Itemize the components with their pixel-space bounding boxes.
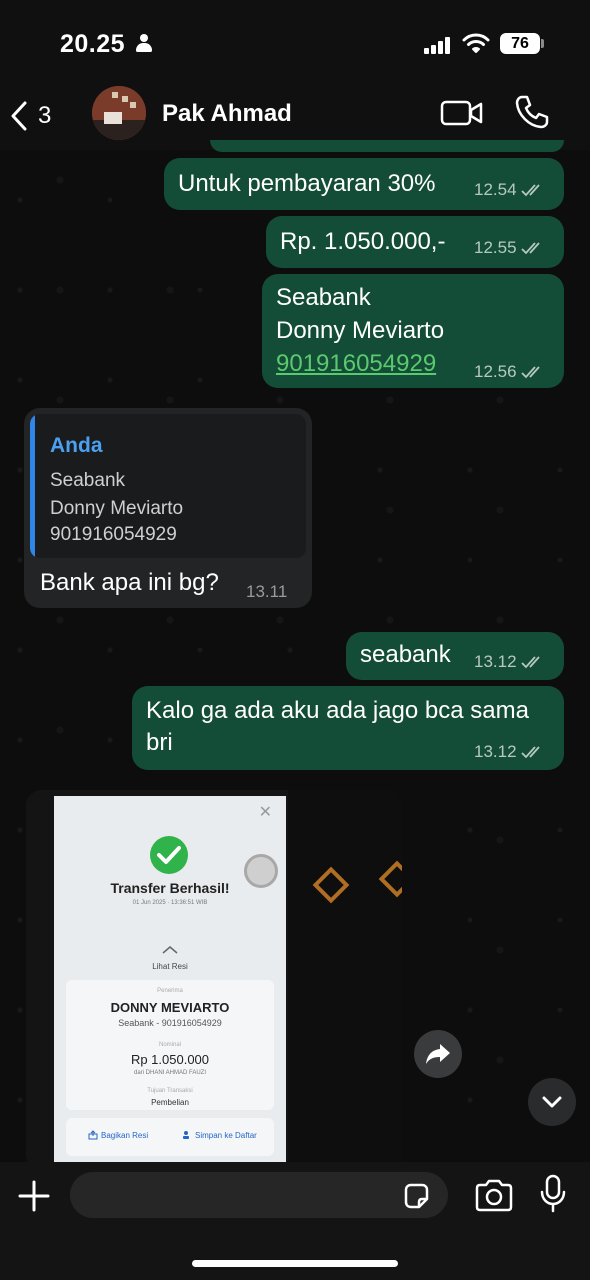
message-meta: 13.12	[474, 742, 545, 762]
home-indicator	[192, 1260, 398, 1267]
sender: dari DHANI AHMAD FAUZI	[133, 1070, 206, 1076]
success-check-icon	[150, 836, 188, 874]
unread-count: 3	[38, 102, 52, 129]
battery-tip	[541, 39, 544, 48]
share-receipt: Bagikan Resi	[88, 1130, 148, 1140]
receipt-date: 01 Jun 2025 · 13:36:51 WIB	[132, 900, 208, 906]
save-to-list: Simpan ke Daftar	[182, 1130, 257, 1140]
composer-bar	[0, 1162, 590, 1280]
recipient-label: Penerima	[157, 988, 183, 994]
double-check-icon	[520, 184, 540, 197]
purpose: Pembelian	[151, 1098, 189, 1107]
sticker-icon[interactable]	[402, 1182, 430, 1210]
message-input[interactable]	[70, 1172, 448, 1218]
quote-line: Seabank	[50, 470, 126, 491]
double-check-icon	[520, 746, 540, 759]
signal-icon	[424, 36, 454, 54]
quote-line: 901916054929	[50, 524, 177, 545]
message-time: 13.11	[246, 582, 288, 601]
message-bubble-incoming[interactable]: Anda Seabank Donny Meviarto 901916054929…	[24, 408, 312, 608]
recipient-account: Seabank - 901916054929	[118, 1018, 222, 1028]
message-time: 13.12	[474, 742, 517, 761]
message-meta: 13.12	[474, 652, 545, 672]
quote-author: Anda	[50, 434, 103, 457]
message-meta: 12.56	[474, 362, 545, 382]
share-icon	[88, 1130, 98, 1140]
message-line: Donny Meviarto	[276, 317, 445, 344]
status-time: 20.25	[60, 30, 126, 58]
camera-icon[interactable]	[474, 1178, 514, 1212]
decor-diamond	[312, 866, 350, 904]
plus-icon[interactable]	[16, 1178, 52, 1214]
message-line: Kalo ga ada aku ada jago bca sama	[146, 697, 529, 724]
message-text: Rp. 1.050.000,-	[280, 228, 446, 255]
back-chevron-icon	[11, 101, 27, 131]
recipient-name: DONNY MEVIARTO	[110, 1000, 230, 1015]
scroll-to-bottom-button[interactable]	[528, 1078, 576, 1126]
forward-button[interactable]	[414, 1030, 462, 1078]
phone-call-icon[interactable]	[514, 94, 550, 130]
receipt-link: Lihat Resi	[152, 962, 188, 971]
decor-diamond	[378, 860, 402, 898]
message-text: Bank apa ini bg?	[40, 569, 219, 596]
quoted-message[interactable]: Anda Seabank Donny Meviarto 901916054929	[30, 414, 306, 558]
image-message[interactable]: ✕ Transfer Berhasil! 01 Jun 2025 · 13:36…	[26, 790, 402, 1170]
message-bubble-outgoing[interactable]: Seabank Donny Meviarto 901916054929 12.5…	[262, 274, 564, 388]
message-line: Seabank	[276, 284, 371, 311]
message-text: Untuk pembayaran 30%	[178, 170, 436, 197]
amount-label: Nominal	[158, 1042, 181, 1048]
purpose-label: Tujuan Transaksi	[147, 1088, 193, 1094]
photo-dark-area	[288, 790, 402, 1170]
message-line: bri	[146, 729, 173, 756]
back-button[interactable]: 3	[10, 94, 70, 138]
battery-icon: 76	[500, 33, 540, 54]
message-bubble-outgoing[interactable]: Kalo ga ada aku ada jago bca sama bri 13…	[132, 686, 564, 770]
double-check-icon	[520, 242, 540, 255]
contact-name[interactable]: Pak Ahmad	[162, 100, 292, 128]
message-time: 13.12	[474, 652, 517, 671]
receipt-card: Penerima DONNY MEVIARTO Seabank - 901916…	[66, 980, 274, 1110]
quote-line: Donny Meviarto	[50, 498, 184, 519]
amount: Rp 1.050.000	[130, 1052, 210, 1067]
message-bubble-outgoing[interactable]: Rp. 1.050.000,- 12.55	[266, 216, 564, 268]
microphone-icon[interactable]	[538, 1174, 568, 1214]
transfer-receipt-screenshot: ✕ Transfer Berhasil! 01 Jun 2025 · 13:36…	[54, 796, 286, 1170]
chevron-up-icon	[162, 946, 178, 954]
message-bubble-outgoing[interactable]: seabank 13.12	[346, 632, 564, 680]
quote-accent-bar	[30, 414, 35, 558]
message-meta: 12.55	[474, 238, 545, 258]
message-meta: 12.54	[474, 180, 545, 200]
close-icon: ✕	[258, 804, 272, 821]
contact-avatar[interactable]	[92, 86, 146, 140]
forward-icon	[426, 1044, 450, 1064]
wifi-icon	[462, 33, 490, 53]
message-bubble-outgoing[interactable]: Untuk pembayaran 30% 12.54	[164, 158, 564, 210]
message-time: 12.54	[474, 180, 517, 199]
screenshot-floating-button	[244, 854, 278, 888]
double-check-icon	[520, 656, 540, 669]
message-text: seabank	[360, 641, 451, 668]
receipt-actions: Bagikan Resi Simpan ke Daftar	[66, 1118, 274, 1156]
person-icon	[136, 34, 152, 52]
account-number-link[interactable]: 901916054929	[276, 347, 436, 380]
status-bar: 20.25 76	[0, 0, 590, 86]
message-time: 12.56	[474, 362, 517, 381]
add-person-icon	[183, 1131, 189, 1139]
video-call-icon[interactable]	[440, 98, 484, 128]
chevron-down-icon	[542, 1096, 562, 1108]
message-time: 12.55	[474, 238, 517, 257]
partial-message-bubble	[210, 140, 564, 152]
double-check-icon	[520, 366, 540, 379]
